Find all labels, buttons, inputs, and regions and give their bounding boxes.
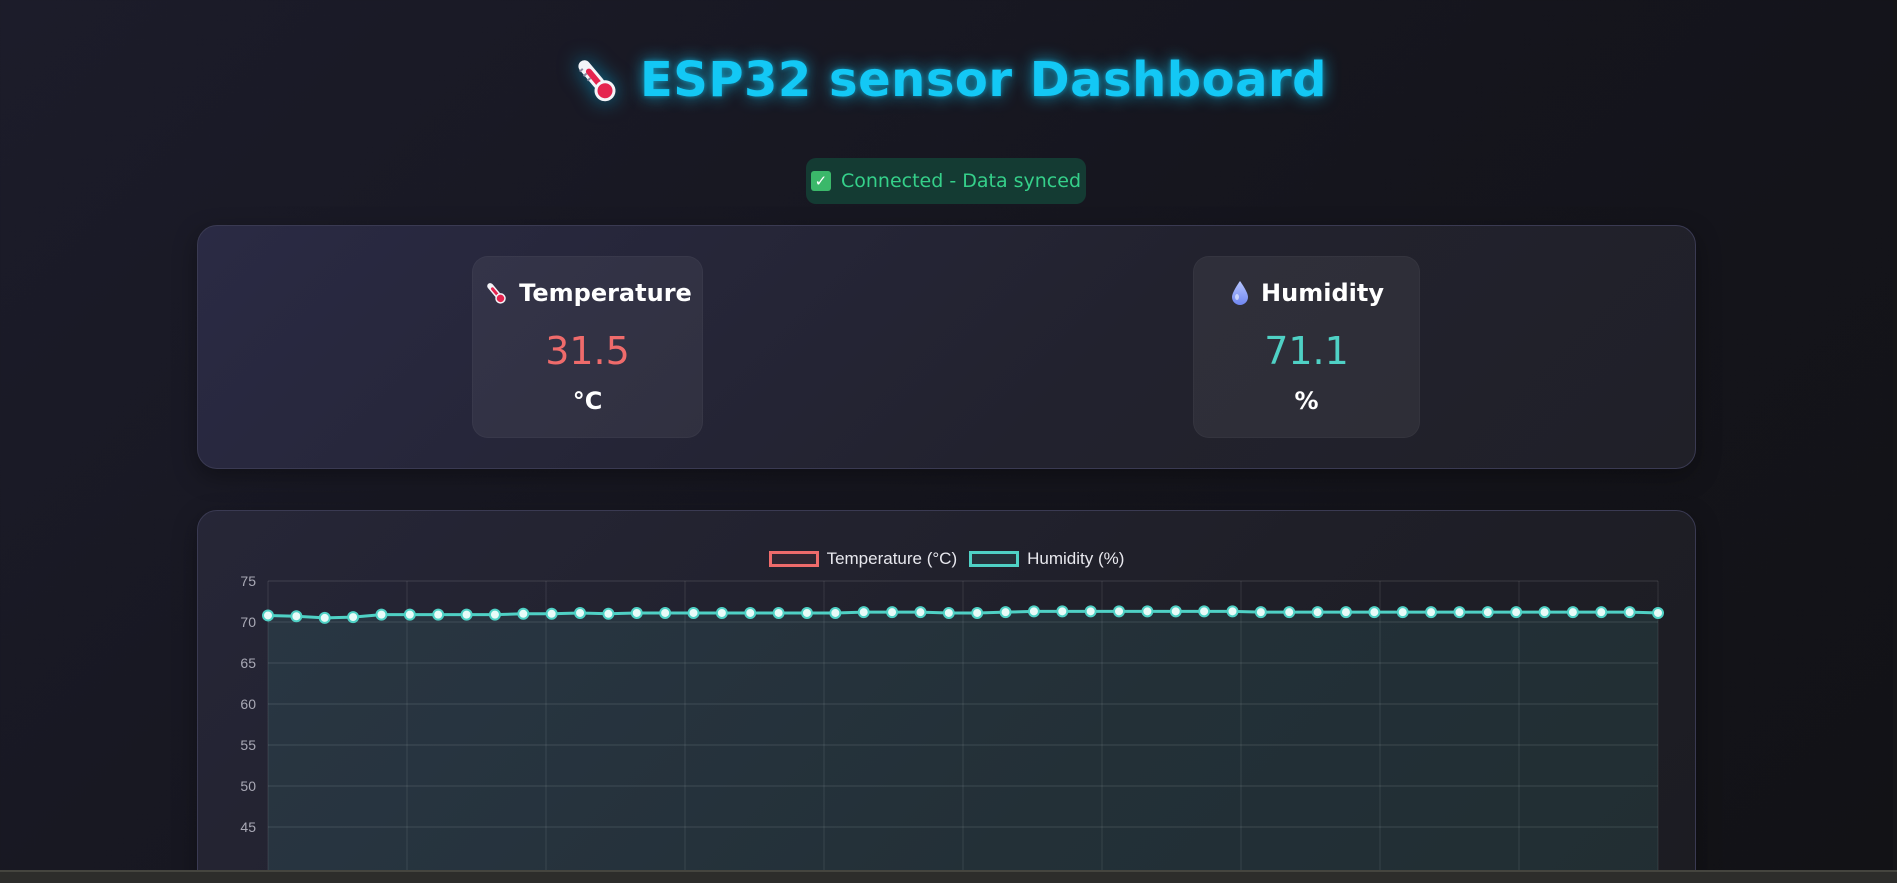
humidity-point xyxy=(1623,606,1636,619)
humidity-point xyxy=(1368,606,1381,619)
humidity-point xyxy=(800,606,813,619)
humidity-point xyxy=(574,606,587,619)
humidity-point xyxy=(1141,605,1154,618)
humidity-point xyxy=(1027,605,1040,618)
humidity-unit: % xyxy=(1294,387,1319,415)
y-tick-label: 45 xyxy=(240,819,256,835)
humidity-point xyxy=(829,606,842,619)
humidity-header: Humidity xyxy=(1194,279,1419,307)
page-title: ESP32 sensor Dashboard xyxy=(639,52,1327,108)
humidity-point xyxy=(1538,606,1551,619)
humidity-point xyxy=(1169,605,1182,618)
humidity-point xyxy=(715,606,728,619)
humidity-point xyxy=(1226,605,1239,618)
humidity-point xyxy=(1339,606,1352,619)
readings-panel: Temperature 31.5 °C Humidity 71.1 % xyxy=(197,225,1696,469)
humidity-point xyxy=(1481,606,1494,619)
droplet-icon xyxy=(1232,281,1249,305)
humidity-point xyxy=(517,607,530,620)
humidity-point xyxy=(318,611,331,624)
humidity-point xyxy=(1084,605,1097,618)
humidity-point xyxy=(744,606,757,619)
humidity-point xyxy=(1113,605,1126,618)
y-tick-label: 50 xyxy=(240,778,256,794)
humidity-point xyxy=(602,607,615,620)
y-tick-label: 55 xyxy=(240,737,256,753)
check-icon: ✓ xyxy=(810,171,831,191)
thermometer-icon xyxy=(487,283,506,304)
temperature-label: Temperature xyxy=(519,279,692,307)
connection-status-badge: ✓ Connected - Data synced xyxy=(806,158,1086,204)
humidity-point xyxy=(1254,606,1267,619)
humidity-point xyxy=(687,606,700,619)
humidity-point xyxy=(914,606,927,619)
y-tick-label: 65 xyxy=(240,655,256,671)
humidity-point xyxy=(375,608,388,621)
humidity-point xyxy=(1566,606,1579,619)
humidity-point xyxy=(857,606,870,619)
humidity-point xyxy=(1283,606,1296,619)
dashboard-page: ESP32 sensor Dashboard ✓ Connected - Dat… xyxy=(0,0,1897,883)
humidity-point xyxy=(971,606,984,619)
y-tick-label: 60 xyxy=(240,696,256,712)
humidity-point xyxy=(1311,606,1324,619)
humidity-point xyxy=(1652,606,1664,619)
y-tick-label: 75 xyxy=(240,573,256,589)
humidity-area xyxy=(268,611,1658,883)
humidity-point xyxy=(1425,606,1438,619)
status-text: Connected - Data synced xyxy=(840,170,1082,192)
humidity-point xyxy=(1056,605,1069,618)
humidity-point xyxy=(942,606,955,619)
humidity-point xyxy=(488,608,501,621)
y-tick-label: 70 xyxy=(240,614,256,630)
scrollbar-track[interactable] xyxy=(1893,0,1897,872)
chart-panel: Temperature (°C) Humidity (%) 75 70 65 60 55… xyxy=(197,510,1696,883)
humidity-label: Humidity xyxy=(1261,279,1384,307)
temperature-header: Temperature xyxy=(473,279,702,307)
sensor-line-chart: 75 70 65 60 55 50 45 xyxy=(240,573,1664,883)
humidity-point xyxy=(545,607,558,620)
humidity-point xyxy=(1396,606,1409,619)
thermometer-icon xyxy=(578,60,616,102)
temperature-card: Temperature 31.5 °C xyxy=(472,256,703,438)
humidity-point xyxy=(262,609,274,622)
humidity-point xyxy=(347,611,360,624)
humidity-point xyxy=(460,608,473,621)
humidity-point xyxy=(1595,606,1608,619)
humidity-point xyxy=(999,606,1012,619)
humidity-point xyxy=(1198,605,1211,618)
temperature-unit: °C xyxy=(572,387,603,415)
humidity-point xyxy=(290,610,303,623)
humidity-point xyxy=(432,608,445,621)
humidity-point xyxy=(659,606,672,619)
humidity-point xyxy=(772,606,785,619)
humidity-value: 71.1 xyxy=(1264,329,1349,373)
humidity-point xyxy=(1510,606,1523,619)
humidity-point xyxy=(1453,606,1466,619)
humidity-point xyxy=(630,606,643,619)
header: ESP32 sensor Dashboard xyxy=(0,52,1897,108)
humidity-card: Humidity 71.1 % xyxy=(1193,256,1420,438)
temperature-value: 31.5 xyxy=(545,329,630,373)
humidity-point xyxy=(403,608,416,621)
window-bottom-bar xyxy=(0,870,1897,883)
humidity-point xyxy=(886,606,899,619)
